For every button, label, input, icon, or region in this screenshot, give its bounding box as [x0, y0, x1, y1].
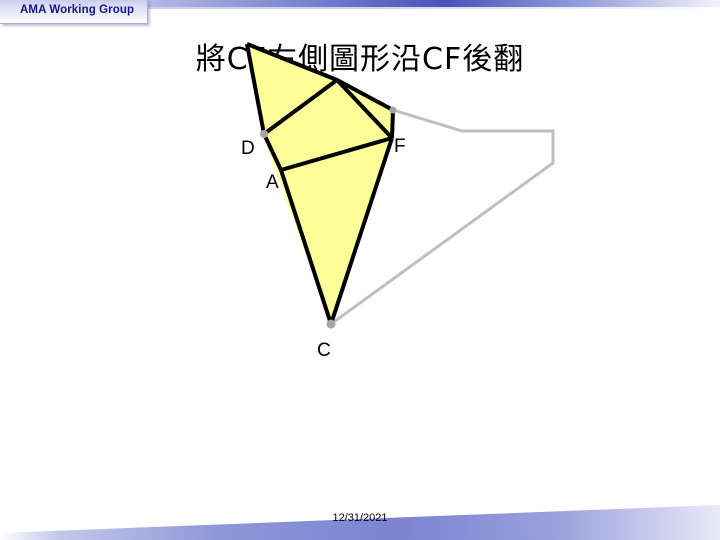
- vertex-dot-spur: [389, 106, 397, 114]
- geometry-figure: [245, 42, 555, 329]
- vertex-label-C: C: [317, 340, 331, 361]
- vertex-dot-D: [260, 130, 268, 138]
- vertex-label-A: A: [266, 172, 279, 193]
- vertex-dot-C: [326, 319, 336, 329]
- vertex-label-F: F: [394, 136, 406, 157]
- date-label: 12/31/2021: [332, 512, 388, 524]
- vertex-label-D: D: [241, 138, 255, 159]
